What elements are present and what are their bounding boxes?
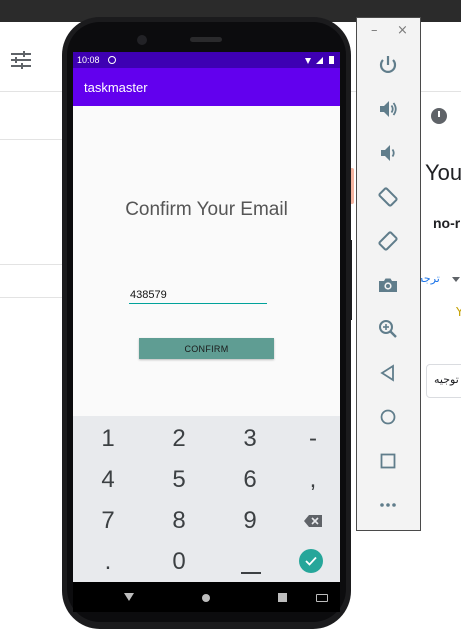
overview-icon[interactable] (375, 448, 401, 474)
speaker-grille (190, 37, 222, 42)
notification-icon (108, 56, 116, 64)
keyboard-icon[interactable] (316, 594, 328, 602)
check-icon[interactable] (299, 549, 323, 573)
minimize-icon[interactable]: – (371, 23, 378, 38)
app-bar: taskmaster (73, 68, 340, 106)
battery-icon (329, 56, 334, 64)
rotate-right-icon[interactable] (375, 228, 401, 254)
background-rtl-link[interactable]: ترجه (418, 272, 440, 285)
emulator-control-panel: – × (356, 17, 421, 531)
page-title: Confirm Your Email (125, 199, 288, 220)
power-icon[interactable] (375, 52, 401, 78)
nav-bar (73, 582, 340, 612)
key-period[interactable]: . (75, 542, 141, 582)
key-8[interactable]: 8 (146, 501, 212, 541)
key-4[interactable]: 4 (75, 460, 141, 500)
panel-titlebar: – × (357, 18, 420, 44)
key-minus[interactable]: - (280, 419, 340, 459)
background-rtl-button-label[interactable]: توجیه (434, 373, 459, 386)
front-camera (137, 35, 147, 45)
phone-screen: 10:08 taskmaster Confirm Your Email CONF… (73, 52, 340, 612)
desktop: You no-r ترجه Y توجیه 10:08 taskmaster C… (0, 0, 461, 629)
confirmation-code-input[interactable] (129, 286, 267, 304)
zoom-icon[interactable] (375, 316, 401, 342)
rotate-left-icon[interactable] (375, 184, 401, 210)
phone-side-button (349, 240, 352, 320)
app-title: taskmaster (84, 80, 148, 95)
background-partial-heading: You (425, 160, 461, 185)
back-icon[interactable] (375, 360, 401, 386)
camera-icon[interactable] (375, 272, 401, 298)
key-0[interactable]: 0 (146, 542, 212, 582)
clock-icon (431, 108, 447, 124)
backspace-key[interactable] (280, 501, 340, 541)
background-partial-text: Y (456, 305, 461, 319)
numeric-keypad: 1 2 3 - 4 5 6 , 7 8 9 . 0 (73, 416, 340, 582)
home-icon[interactable] (375, 404, 401, 430)
volume-down-icon[interactable] (375, 140, 401, 166)
signal-icon (316, 57, 323, 64)
back-icon[interactable] (124, 593, 134, 601)
wifi-icon (305, 58, 311, 64)
chevron-down-icon[interactable] (452, 277, 460, 282)
key-comma[interactable]: , (280, 460, 340, 500)
key-1[interactable]: 1 (75, 419, 141, 459)
backspace-icon (304, 515, 322, 527)
status-bar: 10:08 (73, 52, 340, 68)
status-icons (305, 56, 334, 64)
confirm-button[interactable]: CONFIRM (139, 338, 274, 359)
status-time: 10:08 (77, 55, 100, 65)
key-7[interactable]: 7 (75, 501, 141, 541)
space-icon[interactable] (241, 572, 261, 574)
key-6[interactable]: 6 (217, 460, 283, 500)
recents-icon[interactable] (278, 593, 287, 602)
tune-icon[interactable] (10, 50, 32, 70)
key-2[interactable]: 2 (146, 419, 212, 459)
more-icon[interactable] (375, 492, 401, 518)
key-5[interactable]: 5 (146, 460, 212, 500)
home-icon[interactable] (202, 594, 210, 602)
volume-up-icon[interactable] (375, 96, 401, 122)
close-icon[interactable]: × (397, 23, 408, 38)
key-3[interactable]: 3 (217, 419, 283, 459)
background-partial-bold-text: no-r (433, 215, 461, 231)
key-9[interactable]: 9 (217, 501, 283, 541)
